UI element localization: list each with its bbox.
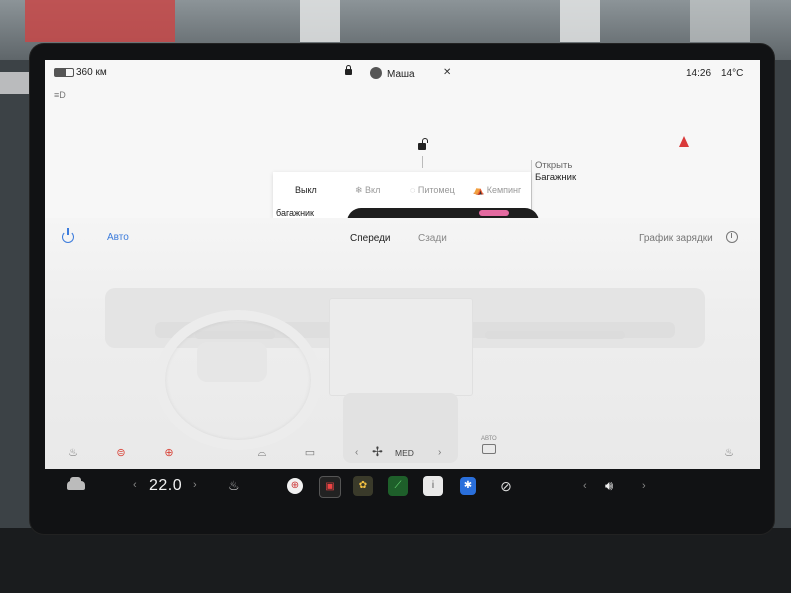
navigation-arrow-icon <box>679 136 689 147</box>
climate-controls: ♨ ⊜ ⊕ ⌓ ▭ ‹ ✢ MED › АВТО ♨ <box>45 436 760 469</box>
volume-icon[interactable]: 🔊︎ <box>605 478 613 494</box>
outside-temp: 14°C <box>721 68 744 79</box>
clock-icon[interactable] <box>726 231 738 243</box>
seat-heater-right-icon[interactable]: ♨ <box>721 446 737 460</box>
seat-heater-left-icon[interactable]: ♨ <box>65 446 81 460</box>
camp-icon: ⛺ <box>473 185 487 195</box>
tab-front[interactable]: Спереди <box>350 233 391 244</box>
mode-off-button[interactable]: Выкл <box>295 185 317 195</box>
clock-text: 14:26 <box>686 68 712 79</box>
off-app-icon[interactable]: ⊘ <box>496 476 516 496</box>
tab-rear[interactable]: Сзади <box>418 233 447 244</box>
touchscreen: 360 км Маша ✕ 14:26 14°C ≡D Открыть Бага… <box>45 60 760 469</box>
lock-icon[interactable] <box>345 65 352 75</box>
front-defrost-icon[interactable]: ⌓ <box>254 446 270 460</box>
map-area[interactable]: 360 км Маша ✕ 14:26 14°C ≡D Открыть Бага… <box>45 60 760 222</box>
open-trunk-label[interactable]: Открыть Багажник <box>535 160 576 184</box>
mode-on-button[interactable]: ❄ Вкл <box>355 185 380 196</box>
climate-header: Авто Спереди Сзади График зарядки <box>45 218 760 258</box>
temp-decrease-button[interactable]: ‹ <box>133 479 137 491</box>
snowflake-icon: ❄ <box>355 185 366 195</box>
center-display-image <box>329 298 473 396</box>
fan-icon: ✢ <box>372 444 383 459</box>
photo-app-icon[interactable]: ✿ <box>353 476 373 496</box>
trunk-unlock-icon[interactable] <box>418 138 428 150</box>
fan-increase-button[interactable]: › <box>438 447 441 458</box>
recirculation-icon[interactable] <box>482 444 496 454</box>
arcade-app-icon[interactable]: ▣ <box>319 476 341 498</box>
volume-up-button[interactable]: › <box>642 480 646 492</box>
seat-heater-icon[interactable]: ♨ <box>228 478 240 494</box>
bluetooth-off-icon: ✕ <box>443 67 452 78</box>
mode-pet-button[interactable]: ◌ Питомец <box>410 185 455 195</box>
manual-app-icon[interactable]: i <box>423 476 443 496</box>
car-icon[interactable] <box>67 477 85 490</box>
fan-decrease-button[interactable]: ‹ <box>355 447 358 458</box>
open-label: Открыть <box>535 160 573 171</box>
headlight-icon: ≡D <box>54 90 66 100</box>
charge-schedule-button[interactable]: График зарядки <box>639 233 713 244</box>
auto-button[interactable]: Авто <box>107 232 129 243</box>
steering-wheel-app-icon[interactable]: ⊕ <box>287 478 303 494</box>
trunk-label: Багажник <box>535 172 577 183</box>
recirc-label: АВТО <box>481 436 497 442</box>
taskbar: ‹ 22.0 › ♨ ⊕ ▣ ✿ ⟋ i ✱ ⊘ ‹ 🔊︎ › <box>45 470 760 505</box>
bluetooth-icon[interactable]: ✱ <box>460 477 476 495</box>
power-icon[interactable] <box>62 228 74 243</box>
mode-camp-button[interactable]: ⛺ Кемпинг <box>473 185 521 196</box>
avatar[interactable] <box>370 67 382 79</box>
rear-window-icon[interactable]: ▭ <box>302 446 318 460</box>
range-text: 360 км <box>76 67 107 78</box>
background-bottom <box>0 528 791 593</box>
vent-right[interactable] <box>485 331 625 339</box>
pet-icon: ◌ <box>410 185 418 195</box>
steering-hub <box>197 342 267 382</box>
temperature-value[interactable]: 22.0 <box>149 477 182 495</box>
energy-app-icon[interactable]: ⟋ <box>388 476 408 496</box>
steering-heater-icon[interactable]: ⊕ <box>161 446 177 460</box>
volume-down-button[interactable]: ‹ <box>583 480 587 492</box>
fan-speed-label: MED <box>395 448 414 458</box>
user-name[interactable]: Маша <box>387 69 415 80</box>
rear-defrost-icon[interactable]: ⊜ <box>113 446 129 460</box>
trunk-text: багажник <box>276 208 314 218</box>
temp-increase-button[interactable]: › <box>193 479 197 491</box>
status-bar: 360 км Маша ✕ 14:26 14°C <box>45 60 760 86</box>
battery-icon <box>54 68 74 77</box>
climate-panel: Авто Спереди Сзади График зарядки ♨ ⊜ ⊕ … <box>45 218 760 469</box>
trunk-line <box>422 156 423 168</box>
